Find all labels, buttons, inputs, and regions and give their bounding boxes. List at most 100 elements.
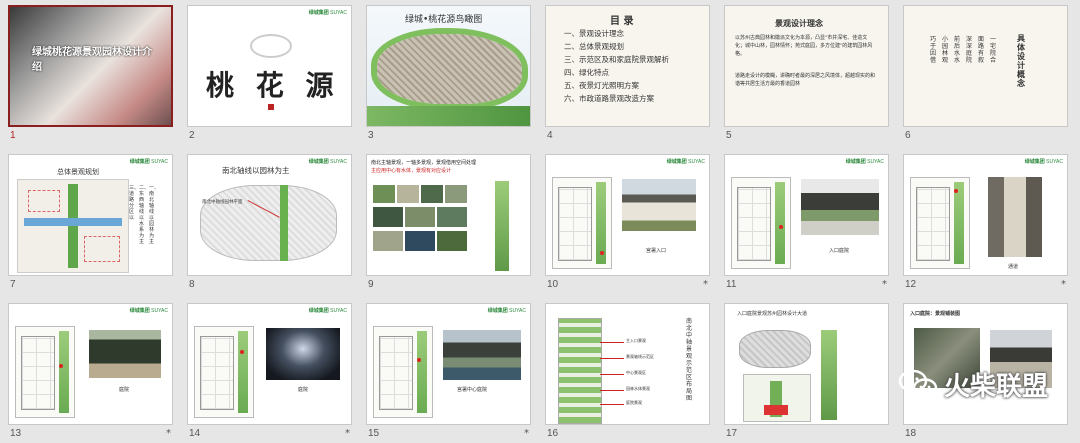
slide-7-canvas[interactable]: 绿城集团 SUYAC 总体景观规划 一、南北轴线以园林为主 二、东西轴线以水系为… xyxy=(8,154,173,276)
slide-thumbnail-14[interactable]: 绿城集团 SUYAC 庭院 14 * xyxy=(187,303,352,443)
location-marker-icon xyxy=(417,358,421,362)
toc-title: 目 录 xyxy=(610,16,634,27)
slide-9-canvas[interactable]: 南北主轴景观，一轴多景观，景观借用空间处理 主应用中心有水体，景观有对应设计 xyxy=(366,154,531,276)
slide-thumbnail-7[interactable]: 绿城集团 SUYAC 总体景观规划 一、南北轴线以园林为主 二、东西轴线以水系为… xyxy=(8,154,173,294)
brand-header: 绿城集团 SUYAC xyxy=(308,159,347,165)
slide-2-canvas[interactable]: 绿城集团 SUYAC 桃 花 源 xyxy=(187,5,352,127)
brand-header: 绿城集团 SUYAC xyxy=(1024,159,1063,165)
slide-thumbnail-15[interactable]: 绿城集团 SUYAC 宫署中心庭院 15 * xyxy=(366,303,531,443)
callout-label: 主入口景观 xyxy=(626,338,646,343)
slide-thumbnail-6[interactable]: 具体设计概念 一宅院合 面路有叙 深深庭院 前后水水 小园林观 巧于因借 6 xyxy=(903,5,1068,145)
garden-photo xyxy=(437,207,467,227)
slide-12-caption: 通道 xyxy=(1008,264,1019,270)
watermark: 火柴联盟 xyxy=(898,360,1068,408)
callout-line xyxy=(600,404,624,405)
brand-header: 绿城集团 SUYAC xyxy=(129,308,168,314)
brand-header: 绿城集团 SUYAC xyxy=(487,308,526,314)
aerial-view-image xyxy=(377,34,522,104)
slide-thumbnail-2[interactable]: 绿城集团 SUYAC 桃 花 源 2 xyxy=(187,5,352,145)
location-marker-icon xyxy=(600,251,604,255)
slide-thumbnail-4[interactable]: 目 录 一、景观设计理念 二、总体景观规划 三、示范区及和家庭院景观解析 四、绿… xyxy=(545,5,710,145)
slide-thumbnail-12[interactable]: 绿城集团 SUYAC 通道 12 * xyxy=(903,154,1068,294)
slide-number: 16 xyxy=(547,428,559,439)
callout-line xyxy=(600,374,624,375)
slide-number: 8 xyxy=(189,279,195,290)
slide-number: 15 xyxy=(368,428,380,439)
site-plan-image xyxy=(373,326,433,418)
concept-col: 小园林观 xyxy=(942,36,949,64)
watermark-text: 火柴联盟 xyxy=(944,371,1049,402)
location-marker-icon xyxy=(954,189,958,193)
slide-number: 6 xyxy=(905,130,911,141)
site-plan-image xyxy=(731,177,791,269)
slide-7-title: 总体景观规划 xyxy=(57,168,99,176)
slide-5-bullet-2: 道路走设计的模糊，讲确时者最的深居之风境体，超越现实的和谐等共居生活方最的香道园… xyxy=(735,73,876,87)
courtyard-photo xyxy=(801,179,879,235)
slide-14-canvas[interactable]: 绿城集团 SUYAC 庭院 xyxy=(187,303,352,425)
slide-number: 13 xyxy=(10,428,22,439)
slide-8-canvas[interactable]: 绿城集团 SUYAC 南北轴线以园林为主 南北中轴线园林平面 xyxy=(187,154,352,276)
corridor-photo xyxy=(988,177,1042,257)
slide-thumbnail-10[interactable]: 绿城集团 SUYAC 宫署入口 10 * xyxy=(545,154,710,294)
concept-col: 深深庭院 xyxy=(966,36,973,64)
slide-number: 11 xyxy=(726,279,737,290)
slide-thumbnail-3[interactable]: 绿城•桃花源鸟瞰图 3 xyxy=(366,5,531,145)
callout-line xyxy=(600,342,624,343)
master-plan-image xyxy=(17,179,129,273)
slide-10-caption: 宫署入口 xyxy=(646,248,667,254)
slide-9-subtitle: 主应用中心有水体，景观有对应设计 xyxy=(371,168,452,174)
slide-3-canvas[interactable]: 绿城•桃花源鸟瞰图 xyxy=(366,5,531,127)
garden-photo xyxy=(445,185,467,203)
callout-line xyxy=(600,358,624,359)
brand-header: 绿城集团 SUYAC xyxy=(308,308,347,314)
toc-list: 一、景观设计理念 二、总体景观规划 三、示范区及和家庭院景观解析 四、绿化特点 … xyxy=(564,29,669,103)
plan-note: 一、南北轴线以园林为主 xyxy=(149,185,160,245)
garden-photo xyxy=(373,207,403,227)
aerial-greenery xyxy=(367,106,530,126)
entrance-plan-image xyxy=(743,374,811,422)
slide-thumbnail-1[interactable]: 绿城桃花源景观园林设计介绍 1 xyxy=(8,5,173,145)
slide-16-canvas[interactable]: 主入口景观 景观轴线示范区 中心景观区 园林水体景观 庭院景观 南北中轴景观示范… xyxy=(545,303,710,425)
site-plan-image xyxy=(910,177,970,269)
entrance-photo xyxy=(622,179,696,231)
slide-number: 3 xyxy=(368,130,374,141)
slide-number: 5 xyxy=(726,130,732,141)
callout-label: 中心景观区 xyxy=(626,370,646,375)
slide-6-canvas[interactable]: 具体设计概念 一宅院合 面路有叙 深深庭院 前后水水 小园林观 巧于因借 xyxy=(903,5,1068,127)
slide-13-canvas[interactable]: 绿城集团 SUYAC 庭院 xyxy=(8,303,173,425)
slide-thumbnail-13[interactable]: 绿城集团 SUYAC 庭院 13 * xyxy=(8,303,173,443)
slide-12-canvas[interactable]: 绿城集团 SUYAC 通道 xyxy=(903,154,1068,276)
slide-4-canvas[interactable]: 目 录 一、景观设计理念 二、总体景观规划 三、示范区及和家庭院景观解析 四、绿… xyxy=(545,5,710,127)
slide-8-caption: 南北中轴线园林平面 xyxy=(202,200,243,205)
slide-thumbnail-16[interactable]: 主入口景观 景观轴线示范区 中心景观区 园林水体景观 庭院景观 南北中轴景观示范… xyxy=(545,303,710,443)
slide-number: 10 xyxy=(547,279,559,290)
plan-note: 二、东西轴线以水系为主 xyxy=(139,185,150,245)
slide-number: 9 xyxy=(368,279,374,290)
axis-strip-image xyxy=(821,330,837,420)
slide-2-title: 桃 花 源 xyxy=(206,69,340,102)
slide-thumbnail-8[interactable]: 绿城集团 SUYAC 南北轴线以园林为主 南北中轴线园林平面 8 xyxy=(187,154,352,294)
animation-star-icon: * xyxy=(524,428,529,439)
slide-18-title: 入口庭院：景观铺装图 xyxy=(910,311,961,317)
slide-17-canvas[interactable]: 入口庭院景观苏州园林设计大道 xyxy=(724,303,889,425)
axis-layout-image xyxy=(558,318,602,424)
slide-number: 1 xyxy=(10,130,16,141)
garden-photo xyxy=(89,330,161,378)
slide-10-canvas[interactable]: 绿城集团 SUYAC 宫署入口 xyxy=(545,154,710,276)
plan-note: 三、道路分区以 xyxy=(129,185,140,221)
wechat-icon xyxy=(898,368,938,400)
slide-11-canvas[interactable]: 绿城集团 SUYAC 入口庭院 xyxy=(724,154,889,276)
slide-5-bullet-1: 以苏州古典园林和徽派文化为本源，凸显"市井深宅、佳造文化；城中山林，园林情怀；苑… xyxy=(735,35,873,57)
slide-5-canvas[interactable]: 景观设计理念 以苏州古典园林和徽派文化为本源，凸显"市井深宅、佳造文化；城中山林… xyxy=(724,5,889,127)
slide-1-title: 绿城桃花源景观园林设计介绍 xyxy=(32,47,152,73)
slide-thumbnail-5[interactable]: 景观设计理念 以苏州古典园林和徽派文化为本源，凸显"市井深宅、佳造文化；城中山林… xyxy=(724,5,889,145)
slide-15-canvas[interactable]: 绿城集团 SUYAC 宫署中心庭院 xyxy=(366,303,531,425)
site-overview-image xyxy=(739,330,811,368)
slide-thumbnail-9[interactable]: 南北主轴景观，一轴多景观，景观借用空间处理 主应用中心有水体，景观有对应设计 9 xyxy=(366,154,531,294)
callout-label: 景观轴线示范区 xyxy=(626,354,654,359)
slide-thumbnail-17[interactable]: 入口庭院景观苏州园林设计大道 17 xyxy=(724,303,889,443)
garden-photo xyxy=(405,231,435,251)
slide-thumbnail-11[interactable]: 绿城集团 SUYAC 入口庭院 11 * xyxy=(724,154,889,294)
slide-number: 18 xyxy=(905,428,917,439)
slide-1-canvas[interactable]: 绿城桃花源景观园林设计介绍 xyxy=(8,5,173,127)
